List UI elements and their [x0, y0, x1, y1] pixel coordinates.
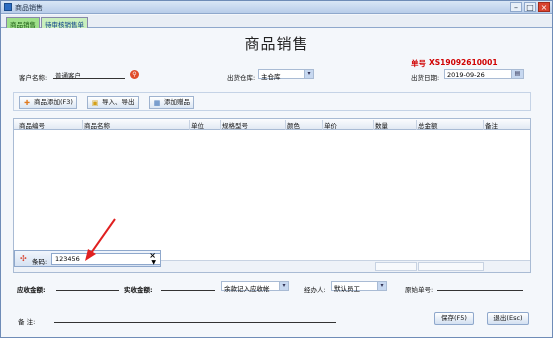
grid-header: 商品编号 商品名称 单位 规格型号 颜色 单价 数量 总金额 备注 — [14, 119, 530, 130]
import-export-button[interactable]: ▣ 导入、导出 — [87, 96, 139, 109]
maximize-button[interactable]: □ — [524, 2, 536, 12]
remark-field[interactable] — [54, 322, 336, 323]
toolbar: ✚ 商品添加(F3) ▣ 导入、导出 ▦ 添加赠品 — [13, 92, 531, 111]
add-product-button[interactable]: ✚ 商品添加(F3) — [19, 96, 77, 109]
column-header[interactable]: 商品名称 — [84, 120, 190, 130]
sales-window: 商品销售 – □ × 商品销售 待审核销售单 商品销售 单号 XS1909261… — [0, 0, 553, 338]
move-icon[interactable]: ✣ — [20, 255, 27, 263]
handler-label: 经办人: — [304, 286, 326, 294]
date-label: 出货日期: — [411, 74, 440, 82]
chevron-down-icon: ▾ — [279, 282, 288, 290]
column-header[interactable]: 总金额 — [418, 120, 484, 130]
order-number-label: 单号 — [411, 59, 426, 68]
handler-value: 默认员工 — [334, 285, 360, 293]
column-header[interactable]: 颜色 — [287, 120, 323, 130]
balance-option-select[interactable]: 余款记入应收帐 ▾ — [221, 281, 289, 293]
remark-label: 备 注: — [18, 318, 36, 326]
barcode-label: 条码: — [32, 258, 48, 266]
column-header[interactable]: 单位 — [191, 120, 221, 130]
order-number: XS19092610001 — [429, 58, 498, 67]
gift-icon: ▦ — [153, 99, 161, 107]
minimize-button[interactable]: – — [510, 2, 522, 12]
chevron-down-icon: ▾ — [377, 282, 386, 290]
handler-select[interactable]: 默认员工 ▾ — [331, 281, 387, 293]
column-header[interactable]: 备注 — [485, 120, 529, 130]
customer-select-icon[interactable]: ⚲ — [130, 70, 139, 79]
received-field[interactable] — [161, 290, 215, 291]
date-picker[interactable]: 2019-09-26 ▤ — [444, 69, 524, 79]
column-header[interactable]: 数量 — [375, 120, 417, 130]
amount-total — [418, 262, 484, 271]
save-button[interactable]: 保存(F5) — [434, 312, 474, 325]
plus-icon: ✚ — [24, 99, 30, 107]
chevron-down-icon: ▾ — [304, 70, 313, 78]
quantity-total — [375, 262, 417, 271]
date-value: 2019-09-26 — [447, 71, 485, 79]
page-title: 商品销售 — [244, 35, 309, 53]
calendar-icon: ▤ — [511, 70, 523, 78]
warehouse-select[interactable]: 主仓库 ▾ — [258, 69, 314, 81]
import-icon: ▣ — [91, 99, 99, 107]
exit-button[interactable]: 退出(Esc) — [487, 312, 529, 325]
customer-label: 客户名称: — [19, 74, 48, 82]
title-bar: 商品销售 – □ × — [1, 1, 552, 14]
chevron-down-icon[interactable]: ▼ — [151, 259, 156, 266]
balance-option-value: 余款记入应收帐 — [224, 285, 270, 293]
tab-pending-orders[interactable]: 待审核销售单 — [41, 17, 88, 29]
warehouse-value: 主仓库 — [261, 73, 281, 81]
tab-product-sales[interactable]: 商品销售 — [6, 17, 40, 29]
window-title: 商品销售 — [15, 4, 43, 12]
column-header[interactable]: 商品编号 — [19, 120, 83, 130]
app-icon — [4, 3, 12, 11]
tab-bar: 商品销售 待审核销售单 — [1, 15, 552, 29]
receivable-field[interactable] — [56, 290, 119, 291]
column-header[interactable]: 单价 — [324, 120, 374, 130]
received-label: 实收金额: — [124, 286, 153, 294]
original-no-label: 原始单号: — [405, 286, 434, 294]
annotation-arrow — [85, 218, 116, 261]
column-header[interactable]: 规格型号 — [222, 120, 286, 130]
customer-underline — [53, 78, 125, 79]
receivable-label: 应收金额: — [17, 286, 46, 294]
add-gift-button[interactable]: ▦ 添加赠品 — [149, 96, 194, 109]
close-button[interactable]: × — [538, 2, 550, 12]
original-no-field[interactable] — [437, 290, 523, 291]
warehouse-label: 出货仓库: — [227, 74, 256, 82]
